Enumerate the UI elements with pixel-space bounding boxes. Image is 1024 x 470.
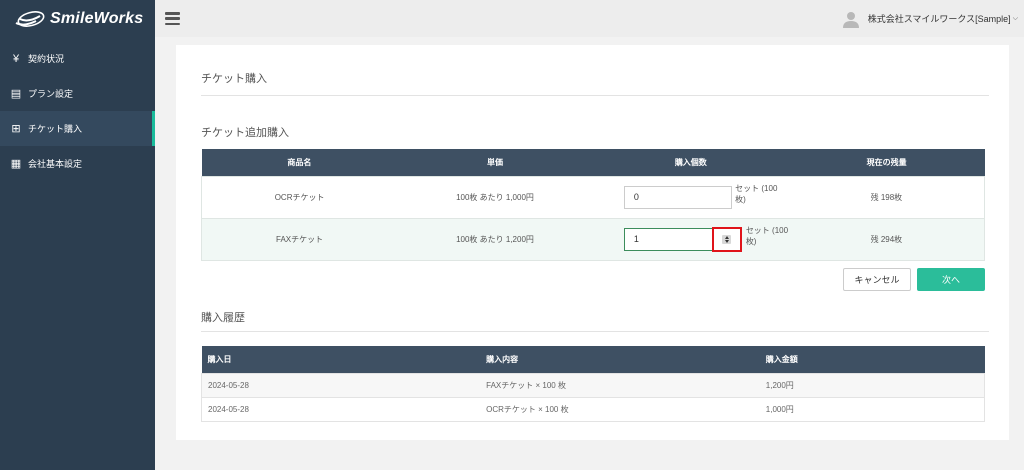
sidebar-nav: ¥ 契約状況 ▤ プラン設定 ⊞ チケット購入 ▦ 会社基本設定 bbox=[0, 41, 155, 181]
user-name: 株式会社スマイルワークス[Sample] bbox=[867, 14, 1011, 24]
table-row: 2024-05-28 FAXチケット × 100 枚 1,200円 bbox=[201, 373, 985, 398]
cancel-button[interactable]: キャンセル bbox=[843, 268, 911, 291]
quantity-unit: セット (100 枚) bbox=[745, 226, 789, 246]
topbar: 株式会社スマイルワークス[Sample] ⌵ bbox=[155, 0, 1024, 37]
unit-price: 100枚 あたり 1,200円 bbox=[397, 218, 593, 261]
sidebar-item-contract-status[interactable]: ¥ 契約状況 bbox=[0, 41, 155, 76]
purchase-content: FAXチケット × 100 枚 bbox=[480, 373, 760, 398]
column-header: 現在の残量 bbox=[788, 149, 985, 176]
sidebar-item-label: チケット購入 bbox=[28, 124, 83, 134]
purchase-date: 2024-05-28 bbox=[201, 373, 481, 398]
table-row: FAXチケット 100枚 あたり 1,200円 1 セット (100 枚) 残 … bbox=[201, 218, 985, 261]
sidebar-item-ticket-purchase[interactable]: ⊞ チケット購入 bbox=[0, 111, 155, 146]
main-panel: チケット購入 チケット追加購入 商品名 単価 購入個数 現在の残量 OCRチケッ… bbox=[176, 45, 1009, 440]
user-menu[interactable]: 株式会社スマイルワークス[Sample] ⌵ bbox=[842, 10, 1018, 28]
brand-logo[interactable]: SmileWorks bbox=[0, 0, 155, 37]
column-header: 購入個数 bbox=[592, 149, 789, 176]
column-header: 購入金額 bbox=[759, 346, 985, 373]
divider bbox=[201, 95, 989, 96]
table-row: 2024-05-28 OCRチケット × 100 枚 1,000円 bbox=[201, 397, 985, 422]
purchase-date: 2024-05-28 bbox=[201, 397, 481, 422]
history-table: 購入日 購入内容 購入金額 2024-05-28 FAXチケット × 100 枚… bbox=[201, 346, 985, 422]
spinner-arrows-icon bbox=[722, 234, 732, 244]
sidebar-item-label: 会社基本設定 bbox=[28, 159, 83, 169]
add-purchase-title: チケット追加購入 bbox=[201, 127, 289, 139]
card-icon: ▤ bbox=[10, 88, 22, 100]
purchase-table: 商品名 単価 購入個数 現在の残量 OCRチケット 100枚 あたり 1,000… bbox=[201, 149, 985, 261]
next-button[interactable]: 次へ bbox=[917, 268, 985, 291]
purchase-content: OCRチケット × 100 枚 bbox=[480, 397, 760, 422]
unit-price: 100枚 あたり 1,000円 bbox=[397, 176, 593, 219]
product-name: FAXチケット bbox=[201, 218, 398, 261]
yen-icon: ¥ bbox=[12, 52, 20, 65]
column-header: 購入内容 bbox=[480, 346, 760, 373]
purchase-amount: 1,000円 bbox=[759, 397, 985, 422]
brand-name: SmileWorks bbox=[50, 9, 144, 27]
building-icon: ▦ bbox=[10, 158, 22, 170]
divider bbox=[201, 331, 989, 332]
column-header: 単価 bbox=[397, 149, 593, 176]
quantity-cell: 1 セット (100 枚) bbox=[592, 218, 789, 261]
quantity-stepper[interactable] bbox=[711, 226, 742, 252]
history-title: 購入履歴 bbox=[201, 312, 245, 324]
quantity-unit: セット (100 枚) bbox=[735, 184, 778, 204]
plus-square-icon: ⊞ bbox=[11, 123, 21, 135]
sidebar-item-company-settings[interactable]: ▦ 会社基本設定 bbox=[0, 146, 155, 181]
smileworks-logo-icon bbox=[15, 10, 45, 27]
column-header: 購入日 bbox=[201, 346, 481, 373]
fax-quantity-input[interactable]: 1 bbox=[623, 226, 742, 252]
fax-quantity-value: 1 bbox=[633, 234, 639, 244]
product-name: OCRチケット bbox=[201, 176, 398, 219]
ocr-quantity-input[interactable]: 0 bbox=[623, 185, 733, 209]
hamburger-menu-icon[interactable] bbox=[165, 12, 180, 25]
quantity-cell: 0 セット (100 枚) bbox=[592, 176, 789, 219]
sidebar-item-label: プラン設定 bbox=[28, 89, 74, 99]
remaining: 残 294枚 bbox=[788, 218, 985, 261]
table-row: OCRチケット 100枚 あたり 1,000円 0 セット (100 枚) 残 … bbox=[201, 176, 985, 219]
remaining: 残 198枚 bbox=[788, 176, 985, 219]
sidebar-item-plan-settings[interactable]: ▤ プラン設定 bbox=[0, 76, 155, 111]
page-title: チケット購入 bbox=[201, 73, 267, 85]
chevron-down-icon: ⌵ bbox=[1012, 14, 1018, 22]
avatar bbox=[842, 11, 859, 28]
sidebar-item-label: 契約状況 bbox=[28, 54, 65, 64]
column-header: 商品名 bbox=[201, 149, 398, 176]
sidebar: SmileWorks ¥ 契約状況 ▤ プラン設定 ⊞ チケット購入 ▦ 会社基… bbox=[0, 0, 155, 470]
purchase-amount: 1,200円 bbox=[759, 373, 985, 398]
